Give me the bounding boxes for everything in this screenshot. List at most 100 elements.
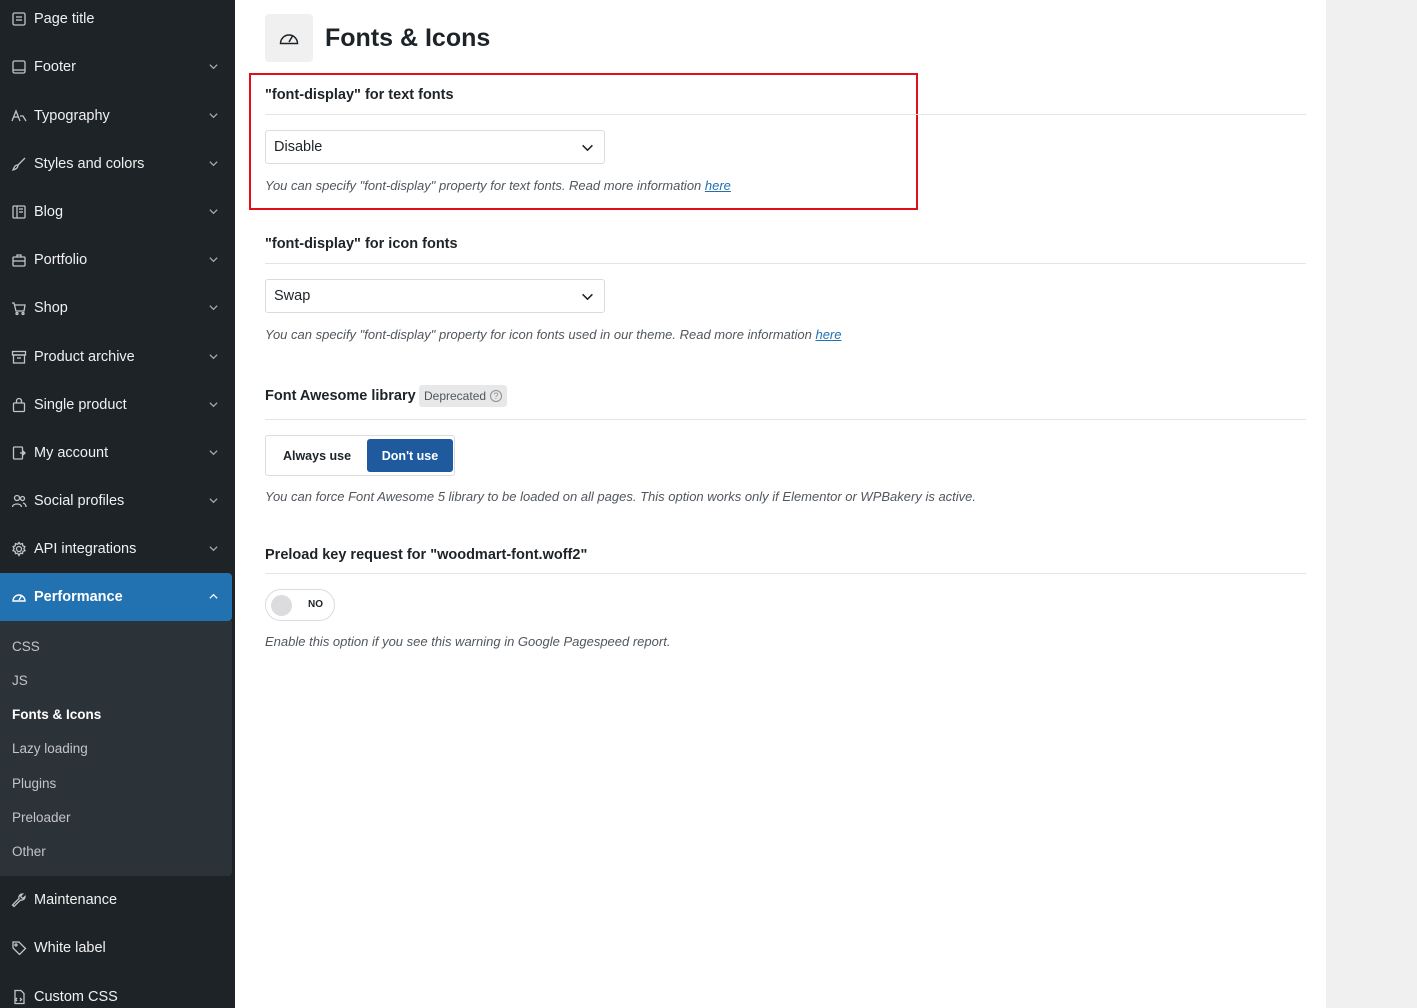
sidebar-item-social-profiles[interactable]: Social profiles	[0, 477, 232, 525]
icon-fonts-desc-text: You can specify "font-display" property …	[265, 327, 816, 342]
sidebar-item-label: Maintenance	[34, 892, 118, 908]
sidebar-item-label: Page title	[34, 11, 95, 27]
text-fonts-description: You can specify "font-display" property …	[265, 178, 731, 193]
icon-fonts-read-more-link[interactable]: here	[815, 327, 841, 342]
chevron-down-icon	[208, 206, 220, 218]
sidebar-item-custom-css[interactable]: Custom CSS	[0, 973, 232, 1008]
divider	[265, 573, 1306, 574]
sidebar-item-product-archive[interactable]: Product archive	[0, 333, 232, 381]
font-awesome-button-group: Always use Don't use	[265, 435, 455, 476]
sidebar-item-page-title[interactable]: Page title	[0, 0, 232, 43]
page-title: Fonts & Icons	[325, 24, 491, 52]
sidebar-item-label: Custom CSS	[34, 989, 118, 1005]
text-fonts-desc-text: You can specify "font-display" property …	[265, 178, 705, 193]
sidebar-item-performance[interactable]: Performance	[0, 573, 232, 621]
deprecated-badge: Deprecated ?	[419, 385, 508, 407]
divider	[265, 114, 1306, 115]
chevron-down-icon	[208, 302, 220, 314]
sidebar: Page title Footer Typography Styles and …	[0, 0, 235, 1008]
divider	[265, 419, 1306, 420]
sidebar-item-portfolio[interactable]: Portfolio	[0, 236, 232, 284]
cart-icon	[11, 300, 27, 316]
sidebar-item-styles-and-colors[interactable]: Styles and colors	[0, 140, 232, 188]
sidebar-item-label: API integrations	[34, 541, 137, 557]
icon-fonts-select[interactable]: Swap	[265, 279, 605, 313]
account-icon	[11, 445, 27, 461]
font-awesome-title: Font Awesome library	[265, 388, 416, 404]
tag-icon	[11, 940, 27, 956]
toggle-knob	[271, 595, 292, 616]
chevron-up-icon	[208, 591, 220, 603]
chevron-down-icon	[208, 110, 220, 122]
chevron-down-icon	[208, 61, 220, 73]
sidebar-item-typography[interactable]: Typography	[0, 92, 232, 140]
submenu-item-css[interactable]: CSS	[12, 639, 40, 654]
sidebar-item-label: My account	[34, 445, 109, 461]
sidebar-item-maintenance[interactable]: Maintenance	[0, 876, 232, 924]
sidebar-item-white-label[interactable]: White label	[0, 924, 232, 972]
divider	[265, 263, 1306, 264]
sidebar-item-api-integrations[interactable]: API integrations	[0, 525, 232, 573]
preload-title: Preload key request for "woodmart-font.w…	[265, 547, 588, 563]
settings-panel: Fonts & Icons "font-display" for text fo…	[235, 0, 1326, 1008]
sidebar-item-label: White label	[34, 940, 106, 956]
preload-description: Enable this option if you see this warni…	[265, 634, 671, 649]
submenu-item-js[interactable]: JS	[12, 673, 28, 688]
dont-use-button[interactable]: Don't use	[367, 439, 453, 472]
deprecated-badge-label: Deprecated	[424, 389, 487, 403]
font-awesome-description: You can force Font Awesome 5 library to …	[265, 489, 977, 504]
brush-icon	[11, 156, 27, 172]
chevron-down-icon	[581, 141, 594, 154]
sidebar-item-label: Styles and colors	[34, 156, 145, 172]
sidebar-item-single-product[interactable]: Single product	[0, 381, 232, 429]
chevron-down-icon	[208, 543, 220, 555]
text-fonts-select[interactable]: Disable	[265, 130, 605, 164]
briefcase-icon	[11, 252, 27, 268]
sidebar-item-label: Product archive	[34, 349, 135, 365]
typography-icon	[11, 108, 27, 124]
chevron-down-icon	[208, 254, 220, 266]
icon-fonts-description: You can specify "font-display" property …	[265, 327, 842, 342]
icon-fonts-title: "font-display" for icon fonts	[265, 236, 458, 252]
sidebar-item-blog[interactable]: Blog	[0, 188, 232, 236]
submenu-item-plugins[interactable]: Plugins	[12, 776, 56, 791]
users-icon	[11, 493, 27, 509]
preload-toggle[interactable]: NO	[265, 589, 335, 621]
submenu-item-lazy-loading[interactable]: Lazy loading	[12, 741, 88, 756]
sidebar-item-label: Single product	[34, 397, 127, 413]
chevron-down-icon	[581, 290, 594, 303]
text-fonts-select-value: Disable	[274, 139, 323, 155]
sidebar-item-label: Performance	[34, 589, 123, 605]
page-icon	[11, 11, 27, 27]
sidebar-item-shop[interactable]: Shop	[0, 284, 232, 332]
sidebar-item-my-account[interactable]: My account	[0, 429, 232, 477]
gear-icon	[11, 541, 27, 557]
gauge-icon	[265, 14, 313, 62]
sidebar-item-label: Typography	[34, 108, 110, 124]
always-use-button[interactable]: Always use	[269, 439, 365, 472]
sidebar-item-label: Social profiles	[34, 493, 125, 509]
sidebar-item-label: Shop	[34, 300, 68, 316]
submenu-item-preloader[interactable]: Preloader	[12, 810, 71, 825]
footer-icon	[11, 59, 27, 75]
sidebar-item-label: Blog	[34, 204, 64, 220]
chevron-down-icon	[208, 158, 220, 170]
chevron-down-icon	[208, 351, 220, 363]
archive-icon	[11, 349, 27, 365]
chevron-down-icon	[208, 495, 220, 507]
blog-icon	[11, 204, 27, 220]
chevron-down-icon	[208, 447, 220, 459]
right-gutter	[1326, 0, 1417, 1008]
icon-fonts-select-value: Swap	[274, 288, 311, 304]
submenu-item-fonts-icons[interactable]: Fonts & Icons	[12, 707, 101, 722]
css-file-icon	[11, 989, 27, 1005]
sidebar-item-label: Portfolio	[34, 252, 88, 268]
sidebar-item-label: Footer	[34, 59, 76, 75]
submenu-item-other[interactable]: Other	[12, 844, 46, 859]
sidebar-item-footer[interactable]: Footer	[0, 43, 232, 91]
help-icon[interactable]: ?	[490, 390, 503, 402]
wrench-icon	[11, 892, 27, 908]
toggle-state-label: NO	[308, 599, 323, 610]
text-fonts-read-more-link[interactable]: here	[705, 178, 731, 193]
chevron-down-icon	[208, 399, 220, 411]
